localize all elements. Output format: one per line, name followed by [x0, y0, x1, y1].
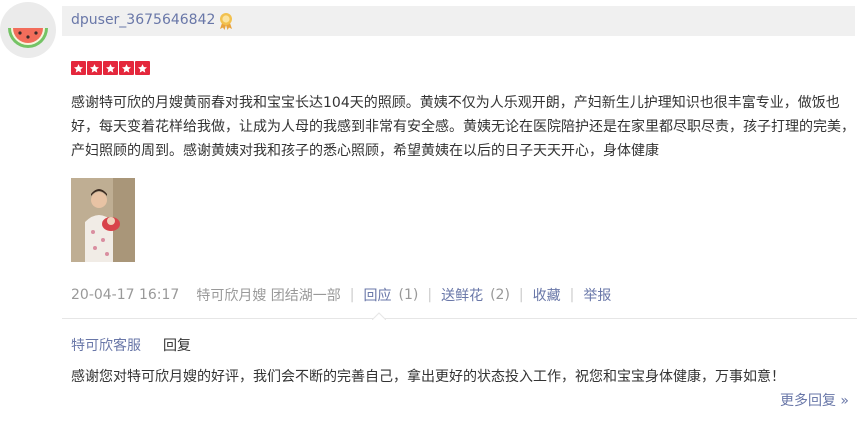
- flower-count: (2): [490, 287, 510, 303]
- review-meta: 20-04-17 16:17 特可欣月嫂 团结湖一部 | 回应 (1) | 送鲜…: [71, 285, 611, 305]
- reply-link[interactable]: 回应: [364, 285, 392, 305]
- shop-name: 特可欣月嫂 团结湖一部: [196, 288, 341, 304]
- star-icon: [135, 61, 150, 75]
- reply-author[interactable]: 特可欣客服: [71, 335, 141, 355]
- rating-stars: [71, 61, 150, 75]
- separator: |: [427, 287, 433, 303]
- more-replies-link[interactable]: 更多回复 »: [780, 390, 849, 410]
- separator: |: [569, 287, 575, 303]
- reply-count: (1): [398, 287, 419, 303]
- reply-verb: 回复: [163, 338, 191, 354]
- caret-up-icon: [372, 312, 386, 320]
- username-link[interactable]: dpuser_3675646842: [71, 12, 215, 28]
- review-datetime: 20-04-17 16:17: [71, 287, 180, 303]
- send-flower-link[interactable]: 送鲜花: [441, 285, 483, 305]
- reply-text: 感谢您对特可欣月嫂的好评，我们会不断的完善自己，拿出更好的状态投入工作，祝您和宝…: [71, 369, 785, 385]
- medal-icon: [220, 13, 232, 30]
- star-icon: [71, 61, 86, 75]
- separator: |: [349, 287, 355, 303]
- shop-reply-box: 特可欣客服 回复 感谢您对特可欣月嫂的好评，我们会不断的完善自己，拿出更好的状态…: [62, 312, 857, 426]
- favorite-link[interactable]: 收藏: [533, 285, 561, 305]
- star-icon: [119, 61, 134, 75]
- separator: |: [518, 287, 524, 303]
- review-header: dpuser_3675646842: [62, 6, 855, 36]
- star-icon: [103, 61, 118, 75]
- report-link[interactable]: 举报: [583, 285, 611, 305]
- star-icon: [87, 61, 102, 75]
- review-photo[interactable]: [71, 178, 135, 262]
- review-text: 感谢特可欣的月嫂黄丽春对我和宝宝长达104天的照顾。黄姨不仅为人乐观开朗，产妇新…: [71, 95, 855, 159]
- user-avatar[interactable]: [0, 2, 56, 58]
- watermelon-icon: [8, 28, 48, 48]
